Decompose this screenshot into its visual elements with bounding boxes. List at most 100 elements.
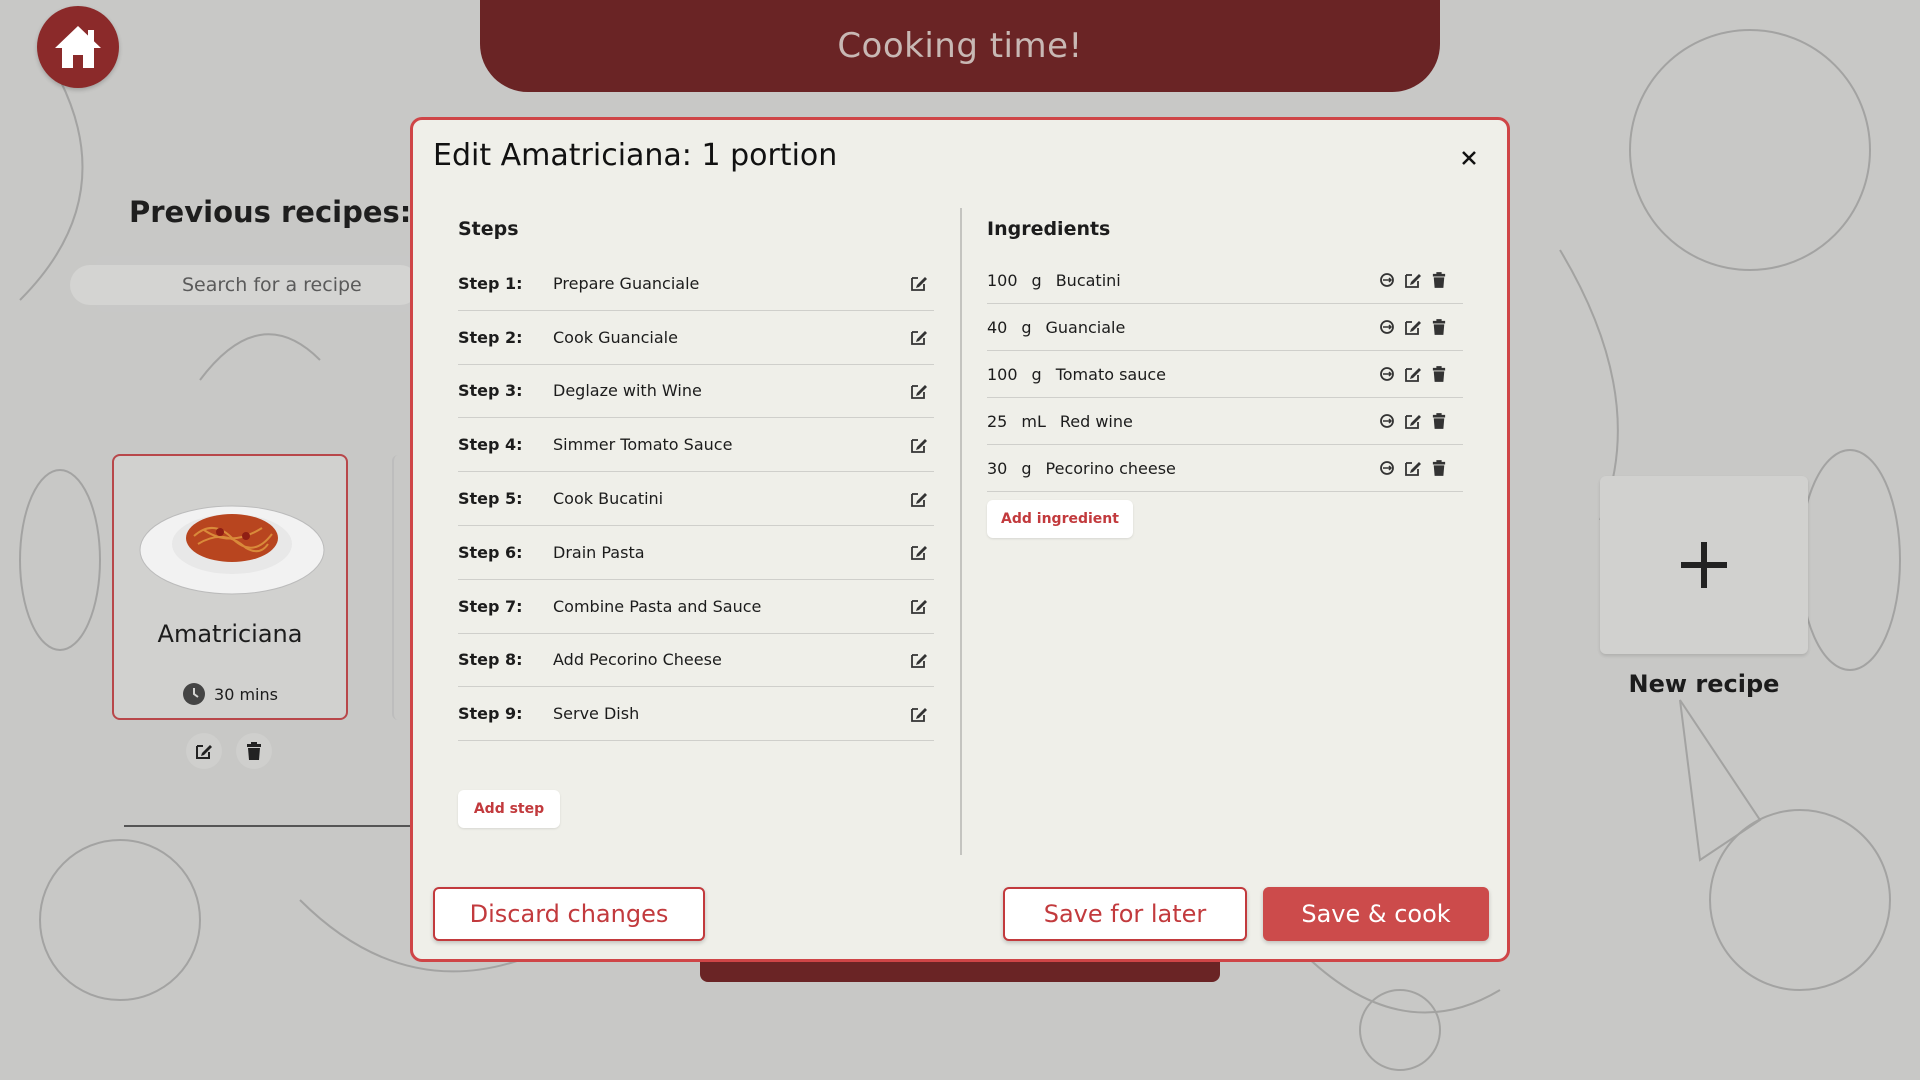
substitute-icon[interactable]: [1377, 364, 1397, 384]
previous-recipes-title: Previous recipes:: [129, 195, 412, 229]
recipe-time: 30 mins: [114, 682, 346, 706]
edit-icon[interactable]: [909, 435, 929, 455]
column-divider: [960, 208, 962, 855]
step-row: Step 2: Cook Guanciale: [458, 311, 934, 365]
step-number: Step 6:: [458, 542, 523, 562]
edit-icon[interactable]: [909, 327, 929, 347]
home-button[interactable]: [37, 6, 119, 88]
edit-icon[interactable]: [1403, 458, 1423, 478]
discard-changes-button[interactable]: Discard changes: [433, 887, 705, 941]
edit-recipe-button[interactable]: [186, 733, 222, 769]
trash-icon[interactable]: [1429, 317, 1449, 337]
edit-recipe-modal: Edit Amatriciana: 1 portion Steps Ingred…: [410, 117, 1510, 962]
step-row: Step 4: Simmer Tomato Sauce: [458, 418, 934, 473]
step-row: Step 5: Cook Bucatini: [458, 472, 934, 526]
ingredient-quantity: 40: [987, 317, 1008, 337]
edit-icon[interactable]: [1403, 270, 1423, 290]
recipe-card-actions: [186, 733, 272, 769]
next-card-edge: [392, 455, 412, 720]
step-number: Step 3:: [458, 381, 523, 401]
search-input[interactable]: [70, 265, 420, 305]
ingredient-unit: g: [1021, 458, 1032, 478]
new-recipe-label: New recipe: [1628, 670, 1780, 698]
ingredient-row: 30 g Pecorino cheese: [987, 445, 1463, 492]
step-row: Step 8: Add Pecorino Cheese: [458, 634, 934, 688]
step-row: Step 3: Deglaze with Wine: [458, 365, 934, 419]
edit-icon[interactable]: [909, 489, 929, 509]
add-ingredient-button[interactable]: Add ingredient: [987, 500, 1133, 538]
edit-icon[interactable]: [909, 704, 929, 724]
ingredient-name: Red wine: [1059, 411, 1133, 431]
ingredient-name: Pecorino cheese: [1045, 458, 1176, 478]
recipe-name: Amatriciana: [157, 620, 303, 648]
trash-icon[interactable]: [1429, 458, 1449, 478]
ingredient-quantity: 30: [987, 458, 1008, 478]
trash-icon[interactable]: [1429, 270, 1449, 290]
step-text: Drain Pasta: [553, 542, 645, 562]
close-icon: [1462, 151, 1476, 165]
dish-image: [139, 505, 325, 595]
divider: [124, 825, 420, 827]
page-title: Cooking time!: [480, 0, 1440, 92]
ingredient-unit: g: [1031, 364, 1042, 384]
ingredient-row: 40 g Guanciale: [987, 304, 1463, 351]
step-text: Cook Guanciale: [553, 327, 678, 347]
delete-recipe-button[interactable]: [236, 733, 272, 769]
step-row: Step 6: Drain Pasta: [458, 526, 934, 580]
step-text: Combine Pasta and Sauce: [553, 596, 762, 616]
steps-title: Steps: [458, 218, 519, 240]
substitute-icon[interactable]: [1377, 411, 1397, 431]
ingredient-actions: [1377, 364, 1449, 384]
step-row: Step 9: Serve Dish: [458, 687, 934, 742]
substitute-icon[interactable]: [1377, 317, 1397, 337]
home-icon: [55, 26, 101, 68]
ingredient-name: Guanciale: [1045, 317, 1126, 337]
edit-icon: [196, 745, 212, 759]
step-text: Cook Bucatini: [553, 489, 664, 509]
step-text: Add Pecorino Cheese: [553, 650, 722, 670]
step-text: Simmer Tomato Sauce: [553, 435, 733, 455]
add-step-button[interactable]: Add step: [458, 790, 560, 828]
edit-icon[interactable]: [909, 273, 929, 293]
trash-icon[interactable]: [1429, 411, 1449, 431]
save-for-later-button[interactable]: Save for later: [1003, 887, 1247, 941]
ingredient-quantity: 25: [987, 411, 1008, 431]
edit-icon[interactable]: [909, 650, 929, 670]
save-and-cook-button[interactable]: Save & cook: [1263, 887, 1489, 941]
ingredient-row: 25 mL Red wine: [987, 398, 1463, 445]
recipe-card[interactable]: Amatriciana 30 mins: [112, 454, 348, 720]
edit-icon[interactable]: [909, 542, 929, 562]
ingredient-actions: [1377, 458, 1449, 478]
step-row: Step 1: Prepare Guanciale: [458, 257, 934, 311]
step-number: Step 4:: [458, 435, 523, 455]
close-button[interactable]: [1455, 144, 1483, 172]
ingredient-quantity: 100: [987, 364, 1018, 384]
ingredients-title: Ingredients: [987, 218, 1111, 240]
clock-icon: [183, 683, 206, 705]
step-text: Deglaze with Wine: [553, 381, 702, 401]
ingredient-unit: g: [1021, 317, 1032, 337]
plus-icon: [1681, 542, 1727, 588]
ingredients-list: 100 g Bucatini 40 g Guanciale 100 g Tomato sauce…: [987, 257, 1463, 492]
step-number: Step 9:: [458, 704, 523, 724]
ingredient-actions: [1377, 411, 1449, 431]
edit-icon[interactable]: [909, 381, 929, 401]
step-number: Step 5:: [458, 489, 523, 509]
step-number: Step 2:: [458, 327, 523, 347]
ingredient-actions: [1377, 270, 1449, 290]
new-recipe-button[interactable]: [1600, 476, 1808, 654]
ingredient-row: 100 g Bucatini: [987, 257, 1463, 304]
ingredient-actions: [1377, 317, 1449, 337]
trash-icon[interactable]: [1429, 364, 1449, 384]
edit-icon[interactable]: [909, 596, 929, 616]
ingredient-name: Bucatini: [1055, 270, 1121, 290]
substitute-icon[interactable]: [1377, 270, 1397, 290]
ingredient-row: 100 g Tomato sauce: [987, 351, 1463, 398]
substitute-icon[interactable]: [1377, 458, 1397, 478]
edit-icon[interactable]: [1403, 364, 1423, 384]
edit-icon[interactable]: [1403, 317, 1423, 337]
step-number: Step 1:: [458, 273, 523, 293]
trash-icon: [247, 742, 261, 760]
step-text: Serve Dish: [553, 704, 640, 724]
edit-icon[interactable]: [1403, 411, 1423, 431]
